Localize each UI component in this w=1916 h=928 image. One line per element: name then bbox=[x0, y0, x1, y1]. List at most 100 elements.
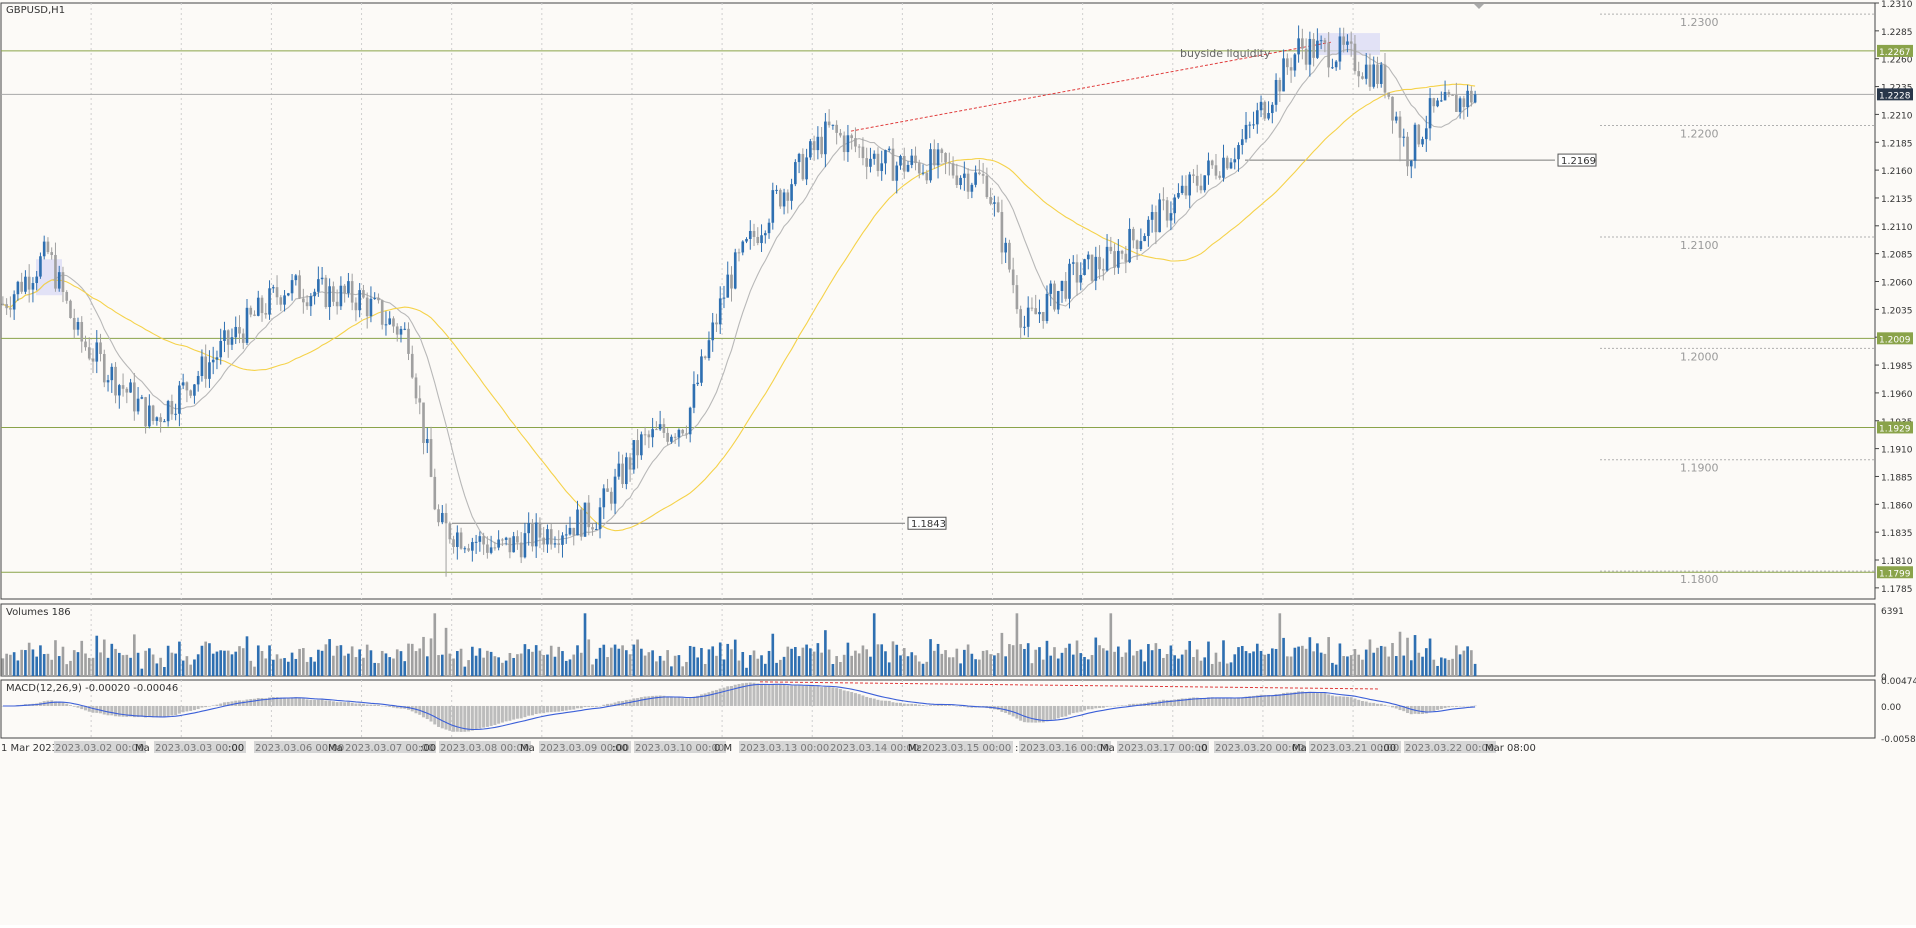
volume-bar bbox=[932, 650, 936, 676]
volume-bar bbox=[181, 660, 185, 676]
macd-histogram-bar bbox=[692, 696, 696, 706]
volume-bar bbox=[399, 651, 403, 676]
volume-bar bbox=[61, 646, 65, 676]
volume-bar bbox=[917, 661, 921, 676]
macd-histogram-bar bbox=[523, 705, 527, 718]
candle-body bbox=[1038, 311, 1041, 315]
candle-body bbox=[797, 153, 801, 163]
volume-bar bbox=[1436, 665, 1439, 676]
candle-body bbox=[1413, 124, 1417, 161]
macd-histogram-bar bbox=[1394, 705, 1398, 709]
candle-body bbox=[422, 402, 425, 444]
round-level-label: 1.2300 bbox=[1680, 16, 1719, 29]
candle-body bbox=[609, 491, 613, 504]
candle-body bbox=[726, 274, 730, 298]
candle-body bbox=[692, 384, 696, 408]
volume-bar bbox=[501, 662, 504, 676]
volume-bar bbox=[1060, 652, 1064, 676]
candle-body bbox=[1034, 308, 1038, 315]
macd-histogram-bar bbox=[883, 700, 887, 706]
macd-histogram-bar bbox=[170, 705, 174, 716]
candle-body bbox=[778, 189, 782, 207]
candle-body bbox=[253, 314, 256, 316]
candle-body bbox=[1327, 42, 1330, 68]
volume-bar bbox=[1192, 656, 1195, 676]
candle-body bbox=[1402, 136, 1406, 138]
x-axis-label: :00 bbox=[228, 743, 244, 754]
macd-histogram-bar bbox=[812, 686, 816, 706]
volume-bar bbox=[733, 639, 737, 676]
volume-bar bbox=[369, 650, 373, 676]
macd-histogram-bar bbox=[906, 703, 910, 706]
macd-histogram-bar bbox=[1375, 703, 1379, 706]
macd-histogram-bar bbox=[760, 683, 764, 706]
volume-bar bbox=[887, 662, 891, 676]
macd-histogram-bar bbox=[350, 702, 354, 706]
volume-bar bbox=[978, 659, 981, 676]
candle-body bbox=[493, 547, 497, 549]
macd-histogram-bar bbox=[515, 705, 519, 719]
macd-histogram-bar bbox=[376, 704, 380, 706]
volume-bar bbox=[1169, 645, 1173, 676]
volume-bar bbox=[425, 656, 429, 676]
macd-histogram-bar bbox=[1360, 701, 1364, 706]
macd-histogram-bar bbox=[1229, 698, 1233, 706]
macd-histogram-bar bbox=[452, 705, 456, 732]
candle-body bbox=[655, 429, 658, 431]
candle-body bbox=[974, 172, 977, 185]
volume-bar bbox=[1361, 659, 1364, 676]
volume-bar bbox=[670, 666, 673, 676]
volume-bar bbox=[69, 660, 72, 676]
macd-histogram-bar bbox=[388, 705, 392, 707]
candle-body bbox=[1398, 116, 1402, 138]
macd-histogram-bar bbox=[861, 695, 865, 706]
macd-histogram-bar bbox=[1334, 696, 1338, 706]
macd-histogram-bar bbox=[564, 705, 568, 711]
volume-bar bbox=[1346, 656, 1349, 676]
macd-histogram-bar bbox=[1417, 705, 1421, 715]
volume-bar bbox=[666, 650, 669, 676]
volume-bar bbox=[1101, 648, 1105, 676]
macd-histogram-bar bbox=[147, 705, 151, 718]
macd-histogram-bar bbox=[1338, 696, 1342, 706]
candle-body bbox=[497, 539, 500, 548]
macd-histogram-bar bbox=[1349, 697, 1353, 706]
macd-histogram-bar bbox=[219, 703, 223, 706]
volume-bar bbox=[805, 644, 808, 676]
macd-histogram-bar bbox=[358, 703, 362, 706]
macd-histogram-bar bbox=[576, 705, 580, 709]
candles-layer[interactable] bbox=[1, 25, 1477, 577]
volume-bar bbox=[5, 653, 8, 676]
macd-histogram-bar bbox=[1473, 705, 1477, 707]
macd-histogram-bar bbox=[865, 696, 869, 706]
volume-bar bbox=[373, 662, 377, 676]
macd-histogram-bar bbox=[1383, 704, 1387, 706]
volume-bar bbox=[238, 646, 241, 676]
chart-svg[interactable]: 1.23101.22851.22601.22351.22101.21851.21… bbox=[0, 0, 1916, 925]
macd-histogram-bar bbox=[1221, 697, 1225, 706]
candle-body bbox=[895, 165, 899, 181]
macd-histogram-bar bbox=[1015, 705, 1019, 719]
candle-body bbox=[850, 135, 853, 139]
volume-bar bbox=[1180, 654, 1184, 676]
volume-bar bbox=[594, 658, 598, 676]
volume-bar bbox=[159, 657, 162, 676]
volume-bar bbox=[726, 643, 730, 676]
volume-bar bbox=[748, 655, 752, 676]
macd-histogram-bar bbox=[820, 687, 824, 706]
volume-bar bbox=[760, 655, 763, 676]
volume-bar bbox=[1132, 655, 1135, 676]
macd-histogram-bar bbox=[320, 699, 324, 706]
volume-bar bbox=[335, 645, 339, 676]
macd-histogram-bar bbox=[151, 705, 155, 718]
volume-bar bbox=[1319, 652, 1323, 676]
candle-body bbox=[159, 417, 162, 422]
candle-body bbox=[42, 241, 46, 257]
macd-histogram-bar bbox=[1203, 697, 1207, 706]
candle-body bbox=[1079, 275, 1083, 283]
volume-bar bbox=[737, 660, 741, 676]
candle-body bbox=[1120, 250, 1124, 254]
macd-histogram-bar bbox=[932, 705, 936, 706]
candle-body bbox=[174, 413, 177, 415]
volume-bar bbox=[790, 648, 793, 676]
